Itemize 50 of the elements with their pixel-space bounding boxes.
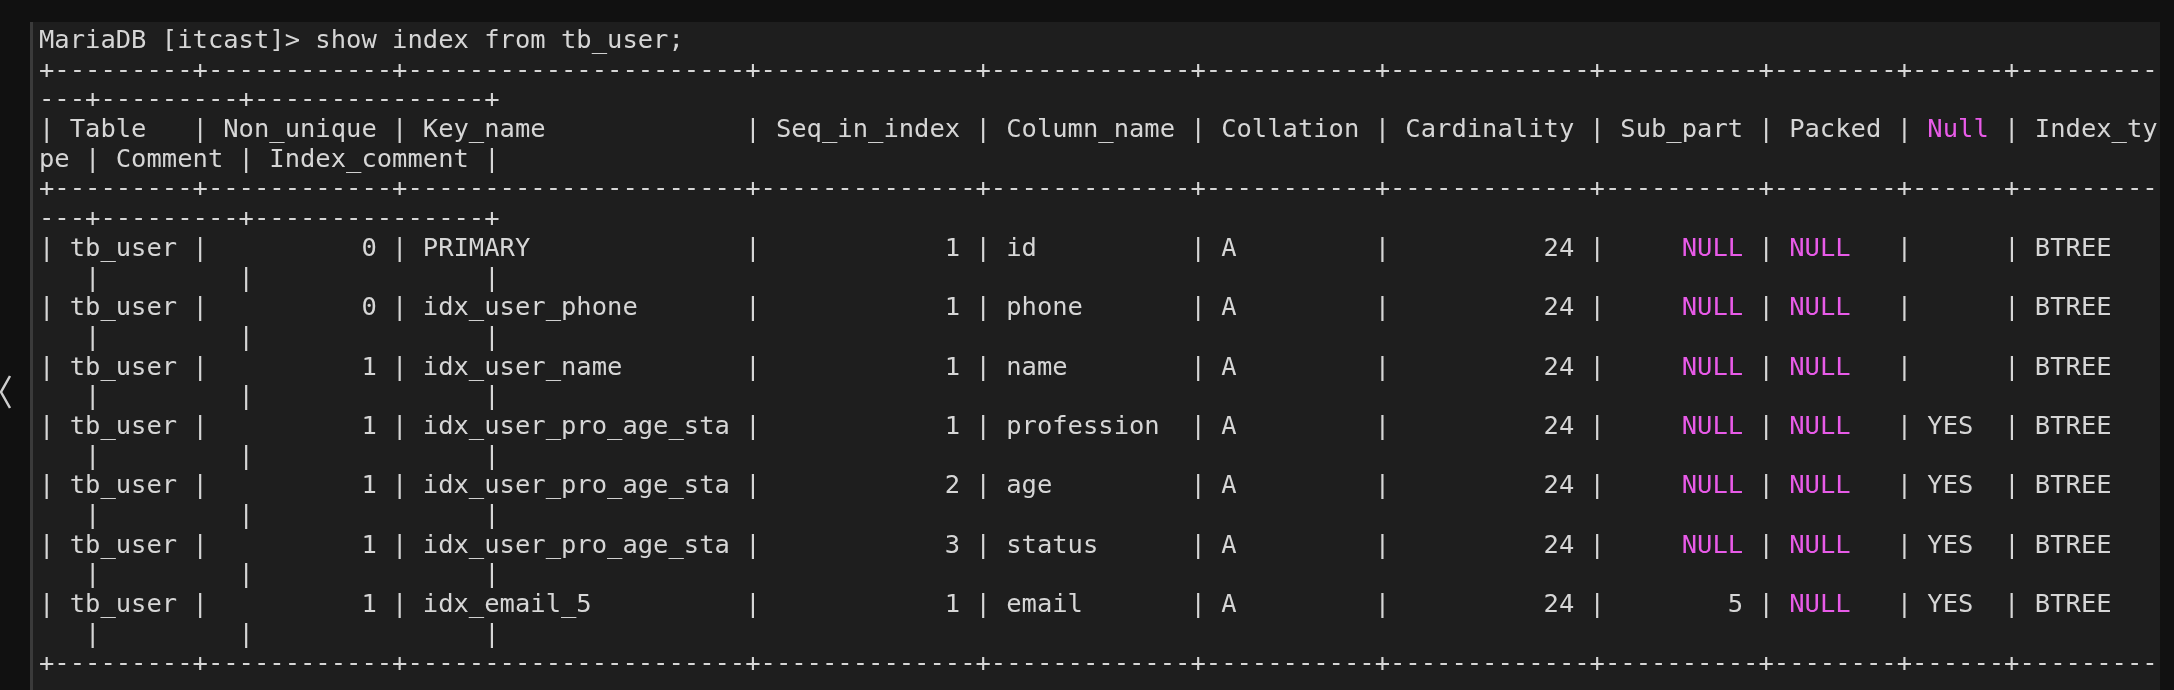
terminal-text: | | | <box>85 439 500 470</box>
terminal-text: | YES | BTREE <box>1895 528 2112 559</box>
terminal-text: | <box>1757 231 1775 262</box>
terminal-text: | | | <box>84 499 500 529</box>
terminal-text: | | BTREE <box>1895 291 2112 322</box>
terminal-text: | | | <box>85 558 500 589</box>
terminal-text: | tb_user | 1 | idx_user_name | 1 | name | A | 24 | <box>39 350 1606 381</box>
terminal-text: | <box>1757 291 1775 322</box>
terminal-text: | tb_user | 0 | idx_user_phone | 1 | phone | A | 24 | <box>39 291 1606 322</box>
null-keyword: NULL <box>1681 350 1744 381</box>
terminal-text: | | BTREE <box>1895 231 2112 262</box>
terminal-text: | Table | Non_unique | Key_name | Seq_in_index | Column_name | Collation | Cardinality | Sub_part | Packed | <box>39 113 1913 144</box>
terminal-text: | tb_user | 1 | idx_user_pro_age_sta | 3 | status | A | 24 | <box>39 528 1606 559</box>
terminal-text: | | | <box>85 380 500 411</box>
null-keyword: NULL <box>1681 231 1744 262</box>
terminal-text: ---+---------+---------------+ <box>39 202 500 233</box>
terminal-text: | <box>1757 350 1775 381</box>
terminal-text: +---------+------------+----------------------+--------------+-------------+-----------+-------------+----------+--------+------+--------- <box>39 53 2158 84</box>
terminal-text: | <box>1757 409 1775 440</box>
null-keyword: NULL <box>1681 409 1744 440</box>
terminal-text: | Index_ty <box>2003 113 2158 144</box>
null-keyword: NULL <box>1681 528 1744 559</box>
terminal-text: | | | <box>85 320 500 351</box>
terminal-text: MariaDB [itcast]> show index from tb_user; <box>39 24 684 54</box>
terminal-text: | | | <box>85 261 500 292</box>
null-keyword: NULL <box>1789 350 1851 381</box>
terminal-text: ---+---------+---------------+ <box>39 83 500 114</box>
terminal-text: | YES | BTREE <box>1895 469 2112 500</box>
terminal-text: +---------+------------+----------------------+--------------+-------------+-----------+-------------+----------+--------+------+--------- <box>39 647 2158 678</box>
terminal-text: | | BTREE <box>1895 350 2112 381</box>
terminal-text: | <box>1757 528 1775 559</box>
terminal-text: | | | <box>85 617 500 648</box>
null-keyword: NULL <box>1789 469 1851 500</box>
terminal-text: | YES | BTREE <box>1895 409 2112 440</box>
null-keyword: NULL <box>1789 291 1851 322</box>
null-keyword: Null <box>1927 113 1989 144</box>
terminal-text: | <box>1757 469 1775 500</box>
null-keyword: NULL <box>1789 588 1851 619</box>
null-keyword: NULL <box>1681 291 1744 322</box>
terminal-text: | tb_user | 1 | idx_user_pro_age_sta | 2 | age | A | 24 | <box>39 469 1606 500</box>
terminal-text: | tb_user | 1 | idx_user_pro_age_sta | 1 | profession | A | 24 | <box>39 409 1606 440</box>
null-keyword: NULL <box>1789 409 1851 440</box>
null-keyword: NULL <box>1681 469 1744 500</box>
terminal-text: pe | Comment | Index_comment | <box>39 142 500 173</box>
terminal-text: | tb_user | 0 | PRIMARY | 1 | id | A | 24 | <box>39 231 1606 262</box>
null-keyword: NULL <box>1789 528 1851 559</box>
terminal-text: +---------+------------+----------------------+--------------+-------------+-----------+-------------+----------+--------+------+--------- <box>39 172 2158 203</box>
terminal-text: | tb_user | 1 | idx_email_5 | 1 | email | A | 24 | 5 | <box>39 588 1775 619</box>
terminal-text: | YES | BTREE <box>1895 588 2112 619</box>
null-keyword: NULL <box>1789 231 1851 262</box>
